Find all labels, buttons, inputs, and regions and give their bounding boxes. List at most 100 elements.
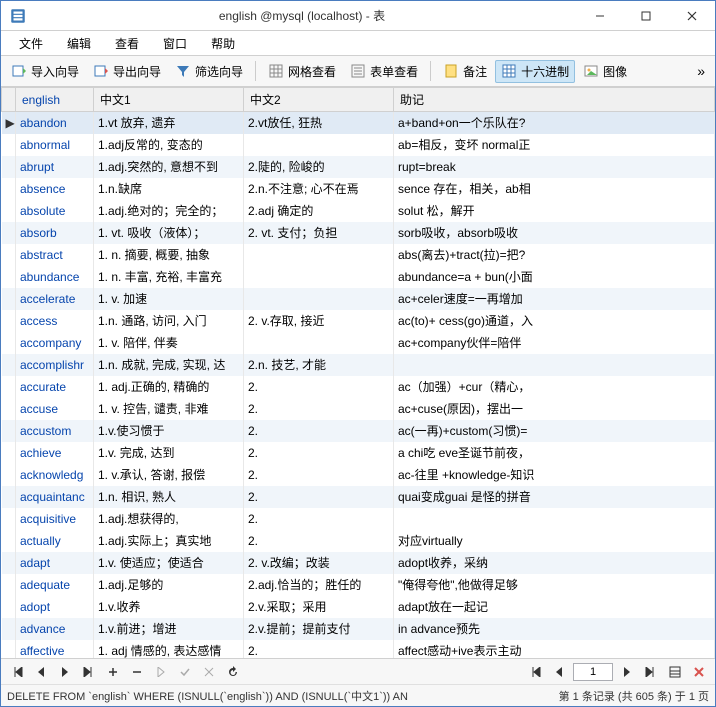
cell-english[interactable]: affective bbox=[16, 640, 94, 659]
import-wizard-button[interactable]: 导入向导 bbox=[5, 60, 85, 83]
cell-c2[interactable]: 2. bbox=[244, 486, 394, 508]
toolbar-expand-button[interactable]: » bbox=[691, 63, 711, 79]
table-row[interactable]: accuse1. v. 控告, 谴责, 非难2.ac+cuse(原因)，摆出一 bbox=[2, 398, 715, 420]
page-settings-button[interactable] bbox=[689, 663, 709, 681]
table-row[interactable]: abstract1. n. 摘要, 概要, 抽象abs(离去)+tract(拉)… bbox=[2, 244, 715, 266]
cell-english[interactable]: accompany bbox=[16, 332, 94, 354]
cell-mn[interactable]: 对应virtually bbox=[394, 530, 715, 552]
nav-delete-button[interactable] bbox=[127, 663, 147, 681]
nav-edit-button[interactable] bbox=[151, 663, 171, 681]
cell-c1[interactable]: 1.n. 通路, 访问, 入门 bbox=[94, 310, 244, 332]
cell-c1[interactable]: 1.v.收养 bbox=[94, 596, 244, 618]
cell-c1[interactable]: 1. v. 加速 bbox=[94, 288, 244, 310]
nav-last-button[interactable] bbox=[79, 663, 99, 681]
cell-mn[interactable]: ac-往里 +knowledge-知识 bbox=[394, 464, 715, 486]
cell-mn[interactable] bbox=[394, 508, 715, 530]
cell-english[interactable]: absence bbox=[16, 178, 94, 200]
cell-english[interactable]: abrupt bbox=[16, 156, 94, 178]
table-row[interactable]: adequate1.adj.足够的2.adj.恰当的；胜任的"俺得夸他",他做得… bbox=[2, 574, 715, 596]
cell-mn[interactable] bbox=[394, 354, 715, 376]
table-row[interactable]: adapt1.v. 使适应；使适合2. v.改编；改装adopt收养，采纳 bbox=[2, 552, 715, 574]
cell-mn[interactable]: a+band+on一个乐队在? bbox=[394, 112, 715, 134]
cell-c2[interactable]: 2. bbox=[244, 508, 394, 530]
row-marker[interactable] bbox=[2, 376, 16, 398]
row-marker[interactable] bbox=[2, 398, 16, 420]
row-marker[interactable] bbox=[2, 552, 16, 574]
row-marker[interactable] bbox=[2, 332, 16, 354]
page-prev-button[interactable] bbox=[549, 663, 569, 681]
table-row[interactable]: actually1.adj.实际上；真实地2.对应virtually bbox=[2, 530, 715, 552]
cell-english[interactable]: adequate bbox=[16, 574, 94, 596]
cell-mn[interactable]: ac(一再)+custom(习惯)= bbox=[394, 420, 715, 442]
table-row[interactable]: access1.n. 通路, 访问, 入门2. v.存取, 接近ac(to)+ … bbox=[2, 310, 715, 332]
cell-english[interactable]: adapt bbox=[16, 552, 94, 574]
page-number-input[interactable] bbox=[573, 663, 613, 681]
row-marker[interactable] bbox=[2, 354, 16, 376]
cell-english[interactable]: adopt bbox=[16, 596, 94, 618]
cell-c2[interactable]: 2.vt放任, 狂热 bbox=[244, 112, 394, 134]
cell-english[interactable]: absolute bbox=[16, 200, 94, 222]
table-row[interactable]: abundance1. n. 丰富, 充裕, 丰富充abundance=a + … bbox=[2, 266, 715, 288]
cell-c2[interactable]: 2.陡的, 险峻的 bbox=[244, 156, 394, 178]
row-marker[interactable]: ▶ bbox=[2, 112, 16, 134]
nav-cancel-button[interactable] bbox=[199, 663, 219, 681]
table-row[interactable]: absence1.n.缺席2.n.不注意; 心不在焉sence 存在，相关，ab… bbox=[2, 178, 715, 200]
cell-c2[interactable]: 2. v.改编；改装 bbox=[244, 552, 394, 574]
table-row[interactable]: accurate1. adj.正确的, 精确的2.ac（加强）+cur（精心， bbox=[2, 376, 715, 398]
table-row[interactable]: adopt1.v.收养2.v.采取；采用adapt放在一起记 bbox=[2, 596, 715, 618]
cell-english[interactable]: abandon bbox=[16, 112, 94, 134]
cell-c2[interactable] bbox=[244, 134, 394, 156]
column-header-c2[interactable]: 中文2 bbox=[244, 88, 394, 112]
cell-c1[interactable]: 1. vt. 吸收（液体）； bbox=[94, 222, 244, 244]
cell-mn[interactable]: "俺得夸他",他做得足够 bbox=[394, 574, 715, 596]
row-marker[interactable] bbox=[2, 530, 16, 552]
cell-c2[interactable]: 2. vt. 支付；负担 bbox=[244, 222, 394, 244]
cell-c1[interactable]: 1.adj.想获得的, bbox=[94, 508, 244, 530]
cell-mn[interactable]: ac(to)+ cess(go)通道，入 bbox=[394, 310, 715, 332]
cell-c1[interactable]: 1.adj.突然的, 意想不到 bbox=[94, 156, 244, 178]
cell-c2[interactable]: 2. v.存取, 接近 bbox=[244, 310, 394, 332]
table-row[interactable]: acquisitive1.adj.想获得的,2. bbox=[2, 508, 715, 530]
cell-english[interactable]: advance bbox=[16, 618, 94, 640]
minimize-button[interactable] bbox=[577, 2, 623, 30]
cell-c1[interactable]: 1.adj.实际上；真实地 bbox=[94, 530, 244, 552]
cell-english[interactable]: acquisitive bbox=[16, 508, 94, 530]
cell-mn[interactable]: ac+company伙伴=陪伴 bbox=[394, 332, 715, 354]
data-grid[interactable]: english 中文1 中文2 助记 ▶abandon1.vt 放弃, 遗弃2.… bbox=[1, 87, 715, 658]
close-button[interactable] bbox=[669, 2, 715, 30]
row-marker[interactable] bbox=[2, 640, 16, 659]
cell-c1[interactable]: 1.v.使习惯于 bbox=[94, 420, 244, 442]
page-last-button[interactable] bbox=[641, 663, 661, 681]
cell-c1[interactable]: 1. adj 情感的, 表达感情 bbox=[94, 640, 244, 659]
cell-c1[interactable]: 1. v. 控告, 谴责, 非难 bbox=[94, 398, 244, 420]
cell-english[interactable]: access bbox=[16, 310, 94, 332]
cell-english[interactable]: accuse bbox=[16, 398, 94, 420]
cell-english[interactable]: accelerate bbox=[16, 288, 94, 310]
column-header-mn[interactable]: 助记 bbox=[394, 88, 715, 112]
cell-english[interactable]: accomplishr bbox=[16, 354, 94, 376]
cell-c1[interactable]: 1.adj.足够的 bbox=[94, 574, 244, 596]
table-row[interactable]: accompany1. v. 陪伴, 伴奏 ac+company伙伴=陪伴 bbox=[2, 332, 715, 354]
page-grid-button[interactable] bbox=[665, 663, 685, 681]
page-next-button[interactable] bbox=[617, 663, 637, 681]
cell-mn[interactable]: a chi吃 eve圣诞节前夜， bbox=[394, 442, 715, 464]
image-button[interactable]: 图像 bbox=[577, 60, 633, 83]
cell-c1[interactable]: 1.adj反常的, 变态的 bbox=[94, 134, 244, 156]
menu-file[interactable]: 文件 bbox=[7, 32, 55, 55]
row-marker[interactable] bbox=[2, 222, 16, 244]
row-marker[interactable] bbox=[2, 310, 16, 332]
hex-button[interactable]: 十六进制 bbox=[495, 60, 575, 83]
table-row[interactable]: abrupt1.adj.突然的, 意想不到2.陡的, 险峻的rupt=break bbox=[2, 156, 715, 178]
cell-c2[interactable]: 2. bbox=[244, 376, 394, 398]
cell-c1[interactable]: 1. adj.正确的, 精确的 bbox=[94, 376, 244, 398]
cell-c1[interactable]: 1. n. 丰富, 充裕, 丰富充 bbox=[94, 266, 244, 288]
row-marker[interactable] bbox=[2, 486, 16, 508]
cell-c2[interactable]: 2.n. 技艺, 才能 bbox=[244, 354, 394, 376]
cell-c1[interactable]: 1. v. 陪伴, 伴奏 bbox=[94, 332, 244, 354]
row-marker[interactable] bbox=[2, 442, 16, 464]
table-row[interactable]: accomplishr1.n. 成就, 完成, 实现, 达2.n. 技艺, 才能 bbox=[2, 354, 715, 376]
cell-c2[interactable] bbox=[244, 332, 394, 354]
cell-english[interactable]: actually bbox=[16, 530, 94, 552]
cell-english[interactable]: achieve bbox=[16, 442, 94, 464]
cell-c2[interactable] bbox=[244, 266, 394, 288]
